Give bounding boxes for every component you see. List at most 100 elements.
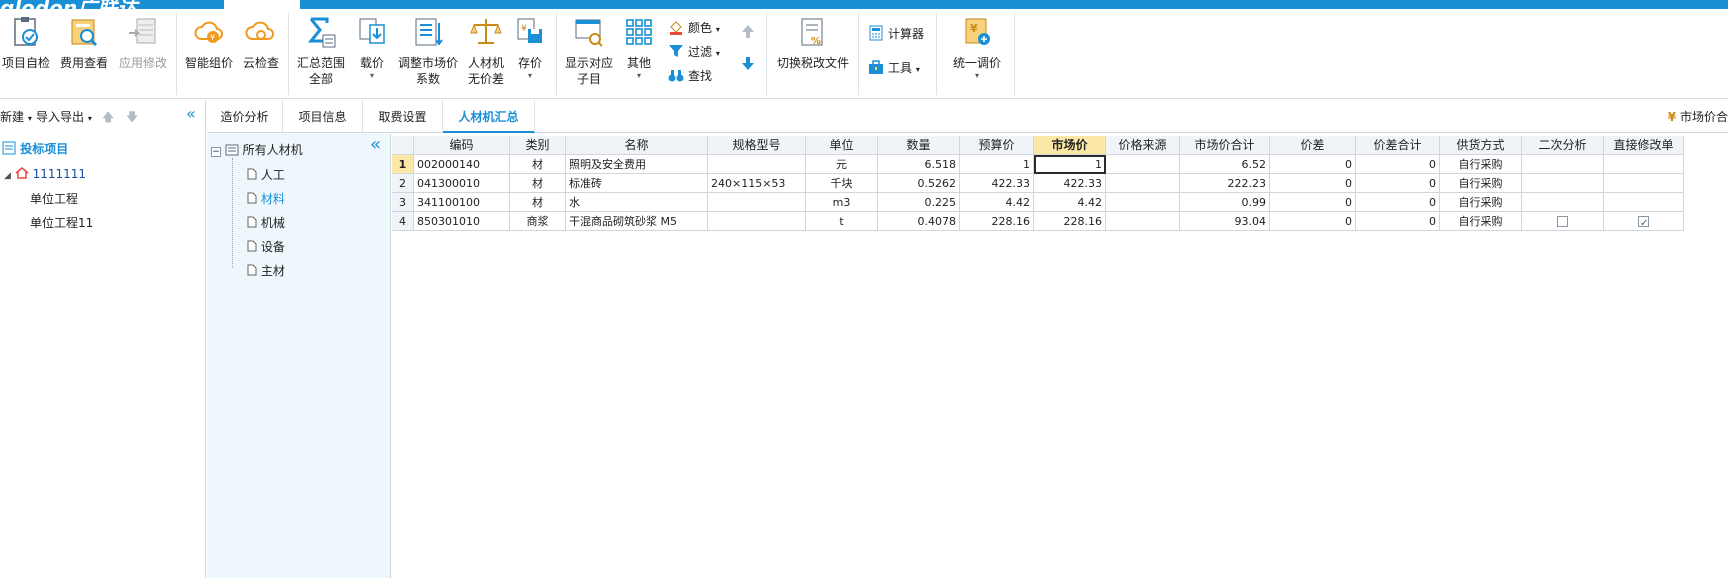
grid-cell-name[interactable]: 标准砖	[566, 174, 708, 193]
grid-cell-code[interactable]: 041300010	[414, 174, 510, 193]
column-header[interactable]: 市场价	[1034, 136, 1106, 155]
load-price-button[interactable]: 载价 ▾	[354, 15, 390, 81]
grid-cell-market[interactable]: 422.33	[1034, 174, 1106, 193]
column-header[interactable]: 类别	[510, 136, 566, 155]
summary-scope-button[interactable]: 汇总范围 全部	[294, 15, 348, 87]
grid-cell-diff[interactable]: 0	[1270, 193, 1356, 212]
apply-change-button[interactable]: 应用修改	[116, 15, 170, 71]
grid-cell-type[interactable]: 材	[510, 155, 566, 174]
grid-cell-name[interactable]: 干混商品砌筑砂浆 M5	[566, 212, 708, 231]
arrow-up-icon[interactable]: 🡅	[102, 108, 114, 129]
no-price-diff-button[interactable]: 人材机 无价差	[464, 15, 508, 87]
grid-cell-market[interactable]: 228.16	[1034, 212, 1106, 231]
column-header[interactable]: 价差	[1270, 136, 1356, 155]
move-down-button[interactable]	[740, 55, 760, 72]
tab-fee-settings[interactable]: 取费设置	[363, 100, 443, 133]
column-header[interactable]: 规格型号	[708, 136, 806, 155]
grid-cell-supply[interactable]: 自行采购	[1440, 174, 1522, 193]
grid-cell-name[interactable]: 照明及安全费用	[566, 155, 708, 174]
grid-cell-unit[interactable]: 千块	[806, 174, 878, 193]
category-root[interactable]: − 所有人材机	[211, 141, 303, 158]
tab-cost-analysis[interactable]: 造价分析	[207, 100, 283, 133]
grid-cell-qty[interactable]: 0.225	[878, 193, 960, 212]
other-button[interactable]: 其他 ▾	[622, 15, 656, 81]
tree-node-project[interactable]: ◢ 1111111	[4, 166, 86, 181]
project-check-button[interactable]: 项目自检	[0, 15, 52, 71]
grid-cell-code[interactable]: 341100100	[414, 193, 510, 212]
grid-cell-type[interactable]: 商浆	[510, 212, 566, 231]
filter-button[interactable]: 过滤 ▾	[668, 43, 720, 62]
tree-node-unit-1[interactable]: 单位工程	[30, 190, 78, 207]
grid-cell-name[interactable]: 水	[566, 193, 708, 212]
grid-cell-diff[interactable]: 0	[1270, 212, 1356, 231]
cloud-check-button[interactable]: 云检查	[240, 15, 282, 71]
tree-root-bid-project[interactable]: 投标项目	[2, 140, 68, 157]
grid-cell-source[interactable]	[1106, 212, 1180, 231]
grid-cell-unit[interactable]: m3	[806, 193, 878, 212]
grid-cell-market[interactable]: 4.42	[1034, 193, 1106, 212]
save-price-button[interactable]: ¥ 存价 ▾	[512, 15, 548, 81]
grid-cell-type[interactable]: 材	[510, 174, 566, 193]
grid-cell-diff[interactable]: 0	[1270, 174, 1356, 193]
tab-labor-material-machine-summary[interactable]: 人材机汇总	[443, 100, 535, 133]
column-header[interactable]: 价格来源	[1106, 136, 1180, 155]
grid-cell-spec[interactable]	[708, 193, 806, 212]
tree-node-unit-2[interactable]: 单位工程11	[30, 214, 93, 231]
grid-cell-direct[interactable]	[1604, 212, 1684, 231]
grid-cell-total[interactable]: 6.52	[1180, 155, 1270, 174]
collapse-left-icon[interactable]: «	[186, 104, 196, 123]
column-header[interactable]: 数量	[878, 136, 960, 155]
grid-cell-diff_total[interactable]: 0	[1356, 193, 1440, 212]
calculator-button[interactable]: 计算器	[868, 25, 924, 42]
grid-cell-unit[interactable]: t	[806, 212, 878, 231]
category-item-machine[interactable]: 机械	[247, 214, 285, 231]
grid-cell-budget[interactable]: 1	[960, 155, 1034, 174]
grid-cell-diff[interactable]: 0	[1270, 155, 1356, 174]
find-button[interactable]: 查找	[668, 67, 712, 84]
grid-cell-supply[interactable]: 自行采购	[1440, 212, 1522, 231]
tools-button[interactable]: 工具 ▾	[868, 59, 920, 78]
adjust-market-price-button[interactable]: 调整市场价 系数	[396, 15, 460, 87]
column-header[interactable]: 单位	[806, 136, 878, 155]
column-header[interactable]: 供货方式	[1440, 136, 1522, 155]
grid-cell-diff_total[interactable]: 0	[1356, 212, 1440, 231]
grid-cell-spec[interactable]	[708, 212, 806, 231]
checkbox-unchecked[interactable]	[1557, 216, 1568, 227]
grid-cell-unit[interactable]: 元	[806, 155, 878, 174]
unified-price-adjust-button[interactable]: ¥ 统一调价 ▾	[946, 15, 1008, 81]
grid-cell-supply[interactable]: 自行采购	[1440, 193, 1522, 212]
column-header[interactable]: 编码	[414, 136, 510, 155]
import-export-button[interactable]: 导入导出 ▾	[36, 108, 92, 125]
grid-cell-direct[interactable]	[1604, 155, 1684, 174]
grid-cell-second[interactable]	[1522, 155, 1604, 174]
grid-cell-qty[interactable]: 0.5262	[878, 174, 960, 193]
title-tab-active[interactable]	[224, 0, 300, 9]
grid-cell-code[interactable]: 002000140	[414, 155, 510, 174]
grid-cell-spec[interactable]	[708, 155, 806, 174]
column-header[interactable]: 名称	[566, 136, 708, 155]
grid-cell-source[interactable]	[1106, 174, 1180, 193]
category-item-main-material[interactable]: 主材	[247, 262, 285, 279]
column-header[interactable]: 直接修改单	[1604, 136, 1684, 155]
grid-cell-source[interactable]	[1106, 193, 1180, 212]
grid-cell-total[interactable]: 222.23	[1180, 174, 1270, 193]
collapse-category-icon[interactable]: «	[370, 134, 381, 155]
grid-cell-budget[interactable]: 228.16	[960, 212, 1034, 231]
new-button[interactable]: 新建 ▾	[0, 108, 32, 125]
grid-cell-type[interactable]: 材	[510, 193, 566, 212]
grid-cell-qty[interactable]: 6.518	[878, 155, 960, 174]
checkbox-checked[interactable]	[1638, 214, 1649, 230]
grid-cell-qty[interactable]: 0.4078	[878, 212, 960, 231]
grid-cell-diff_total[interactable]: 0	[1356, 155, 1440, 174]
category-item-equipment[interactable]: 设备	[247, 238, 285, 255]
grid-cell-source[interactable]	[1106, 155, 1180, 174]
smart-pricing-button[interactable]: ¥ 智能组价	[182, 15, 236, 71]
grid-cell-second[interactable]	[1522, 193, 1604, 212]
grid-cell-direct[interactable]	[1604, 193, 1684, 212]
show-subitem-button[interactable]: 显示对应 子目	[562, 15, 616, 87]
column-header[interactable]: 价差合计	[1356, 136, 1440, 155]
grid-cell-supply[interactable]: 自行采购	[1440, 155, 1522, 174]
column-header[interactable]: 预算价	[960, 136, 1034, 155]
grid-cell-budget[interactable]: 422.33	[960, 174, 1034, 193]
grid-cell-direct[interactable]	[1604, 174, 1684, 193]
